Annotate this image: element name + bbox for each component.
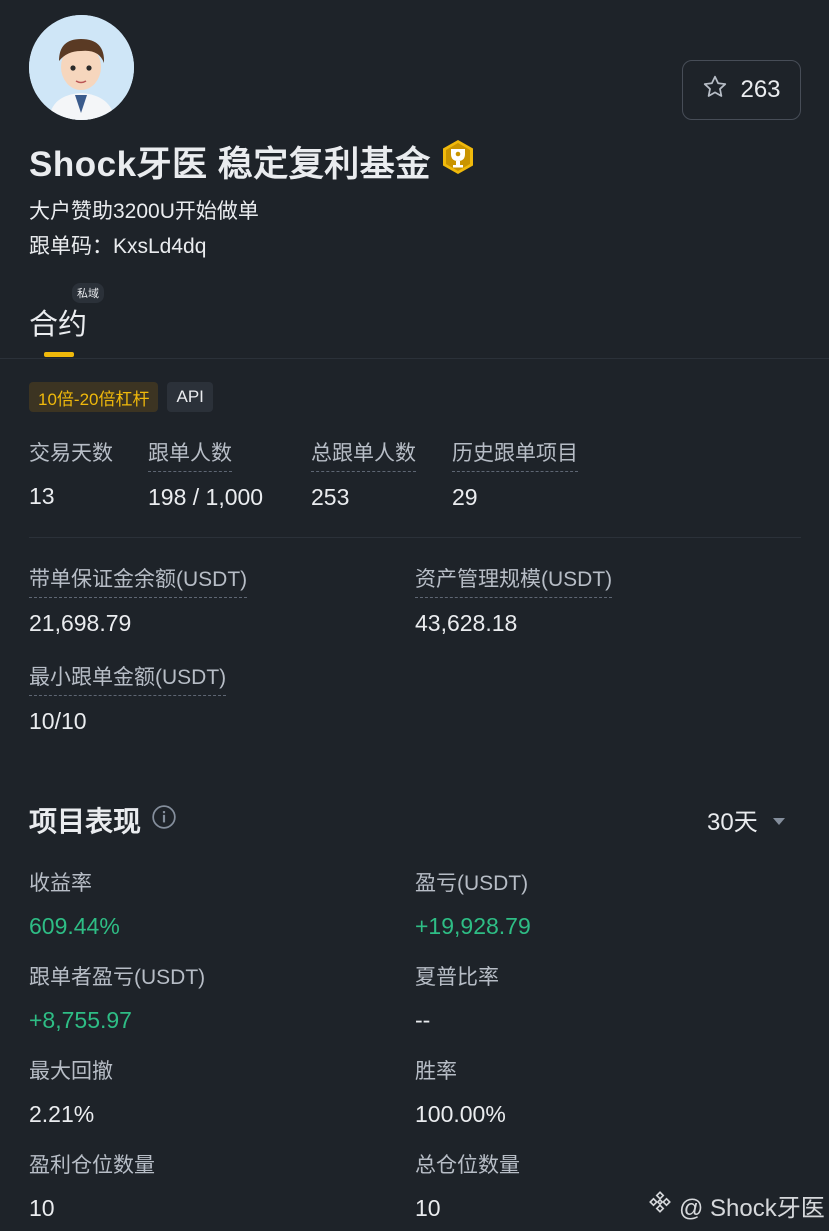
leverage-tag: 10倍-20倍杠杆 xyxy=(29,382,159,412)
stat-label: 跟单人数 xyxy=(148,437,232,472)
tag-list: 10倍-20倍杠杆 API xyxy=(29,382,213,412)
stat-label: 最大回撤 xyxy=(29,1060,113,1083)
stat-total-copiers[interactable]: 总跟单人数 253 xyxy=(311,437,416,511)
stat-margin-balance[interactable]: 带单保证金余额(USDT) 21,698.79 xyxy=(29,563,248,637)
trophy-badge-icon xyxy=(439,138,477,185)
stat-value: +8,755.97 xyxy=(29,1007,132,1033)
stat-value: 43,628.18 xyxy=(415,610,518,636)
avatar[interactable] xyxy=(29,15,134,120)
copy-code-label: 跟单码： xyxy=(29,235,113,258)
info-icon[interactable] xyxy=(151,804,177,837)
private-badge: 私域 xyxy=(72,283,104,303)
stat-total-positions: 总仓位数量 10 xyxy=(415,1149,520,1222)
tab-active-indicator xyxy=(44,352,74,357)
stat-value: 10 xyxy=(415,1195,441,1221)
stat-value: 2.21% xyxy=(29,1101,95,1127)
stat-value: 198 / 1,000 xyxy=(148,484,264,510)
divider xyxy=(0,358,829,359)
stat-profitable-positions: 盈利仓位数量 10 xyxy=(29,1149,155,1222)
tab-label: 合约 xyxy=(29,309,88,341)
stat-value: 10/10 xyxy=(29,708,87,734)
stat-value: +19,928.79 xyxy=(415,913,531,939)
api-tag: API xyxy=(167,382,213,412)
section-title: 项目表现 xyxy=(29,800,177,840)
stat-label: 最小跟单金额(USDT) xyxy=(29,661,227,696)
stat-label: 带单保证金余额(USDT) xyxy=(29,563,248,598)
star-icon xyxy=(702,74,728,107)
stat-label: 总跟单人数 xyxy=(311,437,416,472)
stat-label: 历史跟单项目 xyxy=(452,437,578,472)
stat-value: 13 xyxy=(29,483,55,509)
divider xyxy=(29,537,801,538)
stat-value: 100.00% xyxy=(415,1101,506,1127)
favorite-count: 263 xyxy=(740,76,781,103)
stat-min-copy-amount[interactable]: 最小跟单金额(USDT) 10/10 xyxy=(29,661,227,735)
stat-label: 收益率 xyxy=(29,872,92,895)
stat-pnl: 盈亏(USDT) +19,928.79 xyxy=(415,867,531,940)
period-select[interactable]: 30天 xyxy=(707,802,786,837)
period-value: 30天 xyxy=(707,809,758,836)
watermark-text: @ Shock牙医 xyxy=(679,1195,825,1222)
stat-label: 盈利仓位数量 xyxy=(29,1154,155,1177)
lead-trader-name: Shock牙医 稳定复利基金 xyxy=(29,144,431,184)
stat-aum[interactable]: 资产管理规模(USDT) 43,628.18 xyxy=(415,563,613,637)
watermark: @ Shock牙医 xyxy=(647,1188,825,1223)
stat-value: 21,698.79 xyxy=(29,610,132,636)
favorite-button[interactable]: 263 xyxy=(682,60,801,120)
stat-value: 253 xyxy=(311,484,350,510)
stat-value: 29 xyxy=(452,484,478,510)
stat-roi: 收益率 609.44% xyxy=(29,867,120,940)
stat-label: 胜率 xyxy=(415,1060,457,1083)
caret-down-icon xyxy=(772,806,786,834)
stat-label: 夏普比率 xyxy=(415,966,499,989)
stat-copiers[interactable]: 跟单人数 198 / 1,000 xyxy=(148,437,263,511)
description: 大户赞助3200U开始做单 xyxy=(29,200,259,223)
stat-win-rate: 胜率 100.00% xyxy=(415,1055,506,1128)
stat-value: 609.44% xyxy=(29,913,120,939)
copy-code[interactable]: 跟单码：KxsLd4dq xyxy=(29,230,206,260)
stat-value: 10 xyxy=(29,1195,55,1221)
stat-label: 盈亏(USDT) xyxy=(415,872,529,895)
stat-label: 跟单者盈亏(USDT) xyxy=(29,966,206,989)
stat-value: -- xyxy=(415,1007,431,1033)
stat-label: 总仓位数量 xyxy=(415,1154,520,1177)
binance-logo-icon xyxy=(647,1189,673,1222)
stat-trading-days: 交易天数 13 xyxy=(29,437,113,510)
page-title: Shock牙医 稳定复利基金 xyxy=(29,138,477,184)
stat-label: 资产管理规模(USDT) xyxy=(415,563,613,598)
stat-sharpe-ratio: 夏普比率 -- xyxy=(415,961,499,1034)
stat-label: 交易天数 xyxy=(29,442,113,465)
copy-code-value: KxsLd4dq xyxy=(113,235,207,258)
stat-copier-pnl: 跟单者盈亏(USDT) +8,755.97 xyxy=(29,961,205,1034)
stat-max-drawdown: 最大回撤 2.21% xyxy=(29,1055,113,1128)
stat-history-projects[interactable]: 历史跟单项目 29 xyxy=(452,437,578,511)
performance-title: 项目表现 xyxy=(29,806,142,837)
